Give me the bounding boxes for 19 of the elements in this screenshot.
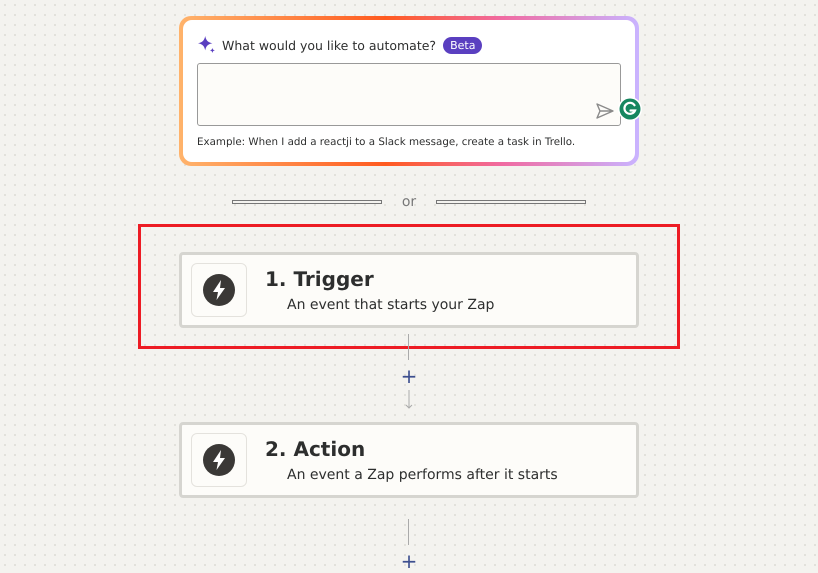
arrow-icon bbox=[404, 390, 413, 410]
beta-badge: Beta bbox=[443, 36, 482, 54]
prompt-title: What would you like to automate? bbox=[222, 38, 436, 52]
step-title: 1. Trigger bbox=[265, 267, 375, 291]
step-card[interactable]: 2. Action An event a Zap performs after it starts bbox=[179, 422, 639, 498]
step-subtitle: An event that starts your Zap bbox=[287, 297, 494, 313]
step-card[interactable]: 1. Trigger An event that starts your Zap bbox=[179, 252, 639, 328]
bolt-icon bbox=[191, 433, 247, 487]
add-step-button[interactable]: + bbox=[398, 366, 420, 386]
send-icon[interactable] bbox=[596, 103, 614, 119]
add-step-button[interactable]: + bbox=[398, 551, 420, 571]
prompt-input[interactable] bbox=[197, 63, 621, 126]
sparkle-icon bbox=[197, 36, 217, 54]
divider-label: or bbox=[402, 194, 416, 210]
example-text: Example: When I add a reactji to a Slack message, create a task in Trello. bbox=[197, 136, 576, 148]
bolt-icon bbox=[191, 263, 247, 317]
step-subtitle: An event a Zap performs after it starts bbox=[287, 467, 558, 483]
step-title: 2. Action bbox=[265, 437, 366, 461]
grammar-assistant-icon[interactable] bbox=[618, 97, 642, 121]
